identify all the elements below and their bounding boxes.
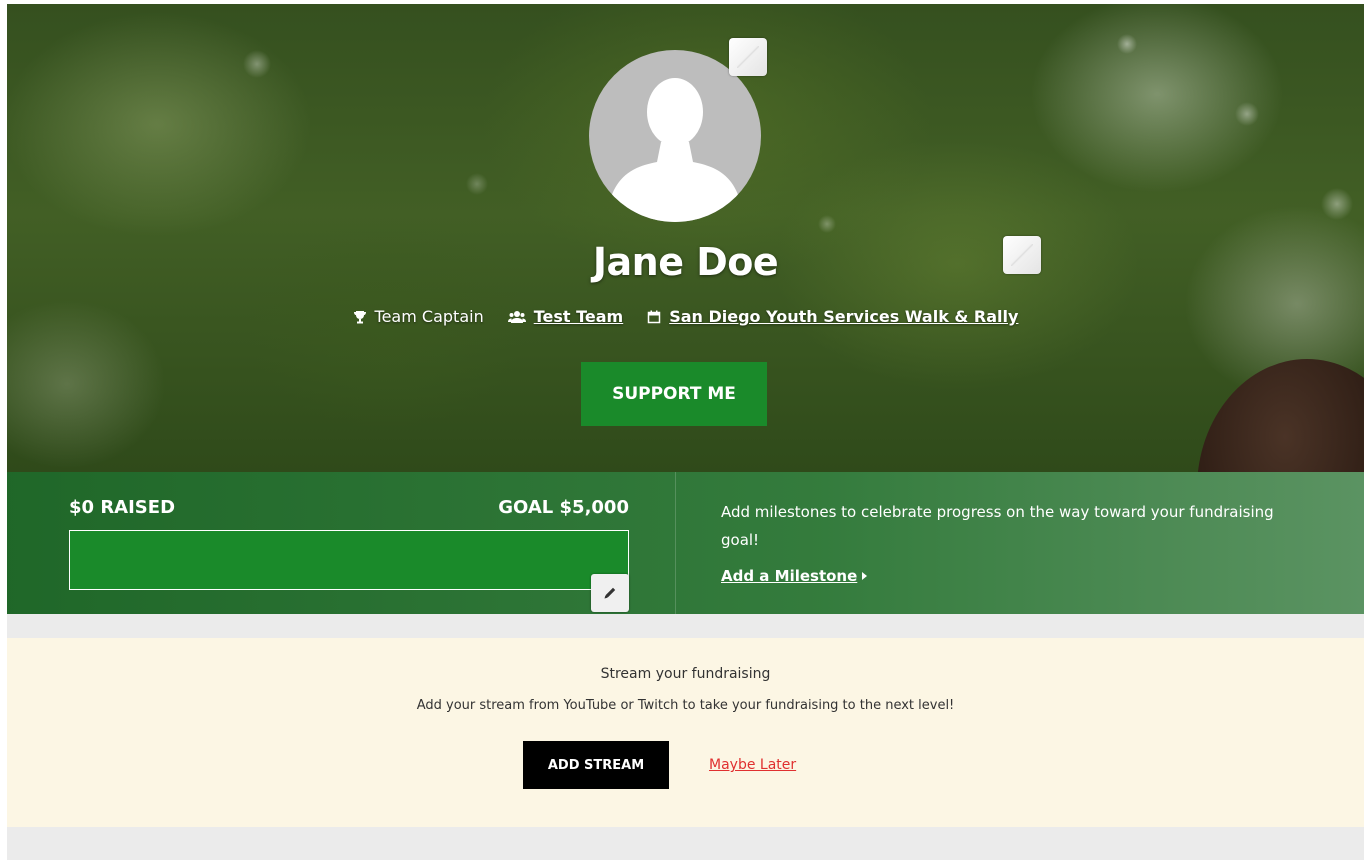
- fundraising-goal: GOAL $5,000: [498, 497, 629, 518]
- role-label: Team Captain: [374, 307, 484, 326]
- profile-meta: Team Captain Test Team San Diego Youth S…: [7, 307, 1364, 326]
- add-milestone-label: Add a Milestone: [721, 567, 858, 585]
- page-frame: Jane Doe Team Captain Test Team San Dieg…: [7, 4, 1364, 860]
- role-item: Team Captain: [353, 307, 484, 326]
- trophy-icon: [353, 310, 366, 323]
- maybe-later-link[interactable]: Maybe Later: [709, 757, 796, 773]
- hero-banner: Jane Doe Team Captain Test Team San Dieg…: [7, 4, 1364, 472]
- users-icon: [507, 310, 526, 323]
- edit-goal-button[interactable]: [591, 574, 629, 612]
- event-link[interactable]: San Diego Youth Services Walk & Rally: [669, 307, 1018, 326]
- pencil-icon: [604, 587, 616, 599]
- amount-raised: $0 RAISED: [69, 497, 176, 518]
- avatar-silhouette-icon: [605, 78, 745, 222]
- progress-bar: [69, 530, 629, 590]
- team-item[interactable]: Test Team: [507, 307, 624, 326]
- calendar-icon: [647, 310, 661, 323]
- stats-divider: [675, 472, 676, 614]
- team-link[interactable]: Test Team: [534, 307, 624, 326]
- stream-prompt: Stream your fundraising Add your stream …: [7, 638, 1364, 827]
- add-stream-button[interactable]: ADD STREAM: [523, 741, 669, 789]
- fundraising-stats: $0 RAISED GOAL $5,000 Add milestones to …: [7, 472, 1364, 614]
- event-item[interactable]: San Diego Youth Services Walk & Rally: [647, 307, 1018, 326]
- page-title: Jane Doe: [592, 240, 779, 284]
- milestone-description: Add milestones to celebrate progress on …: [721, 503, 1274, 549]
- background-person: [1197, 359, 1364, 472]
- add-milestone-link[interactable]: Add a Milestone: [721, 567, 869, 585]
- edit-avatar-icon[interactable]: [729, 38, 767, 76]
- caret-right-icon: [862, 572, 868, 580]
- stream-title: Stream your fundraising: [600, 666, 771, 682]
- edit-name-icon[interactable]: [1003, 236, 1041, 274]
- support-me-button[interactable]: SUPPORT ME: [581, 362, 767, 426]
- avatar[interactable]: [589, 50, 761, 222]
- stream-description: Add your stream from YouTube or Twitch t…: [416, 698, 955, 713]
